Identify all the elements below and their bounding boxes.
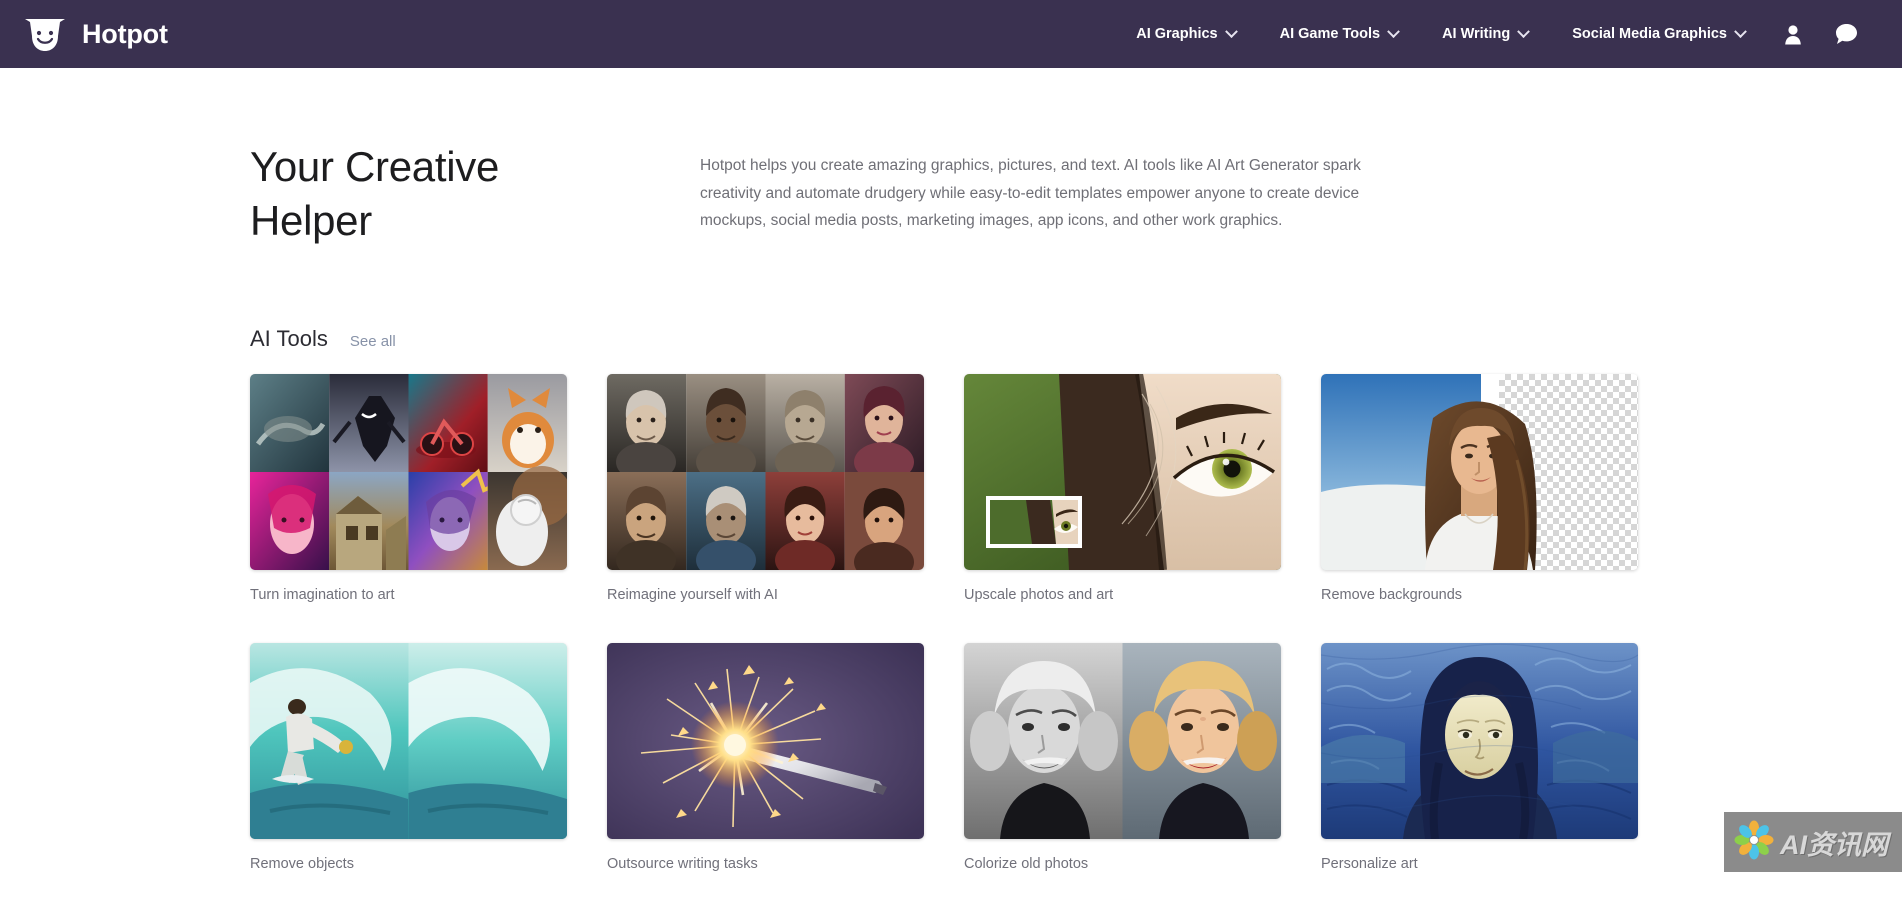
nav-label: Social Media Graphics <box>1572 26 1727 42</box>
chevron-down-icon <box>1387 24 1400 38</box>
ai-art-grid-thumbnail <box>250 373 567 570</box>
tool-card-label: Upscale photos and art <box>964 586 1114 603</box>
watermark-text: AI资讯网 <box>1780 829 1888 860</box>
brand-logo-link[interactable]: Hotpot <box>22 14 168 54</box>
tool-card-colorize-old-photos[interactable]: Colorize old photos <box>964 642 1281 872</box>
chevron-down-icon <box>1224 24 1238 38</box>
background-removal-thumbnail <box>1321 373 1638 570</box>
tool-card-remove-objects[interactable]: Remove objects <box>250 642 567 872</box>
hero-description: Hotpot helps you create amazing graphics… <box>700 157 1361 230</box>
surfer-wave-removal-thumbnail <box>250 642 567 839</box>
watermark-overlay: AI资讯网 <box>1724 812 1902 872</box>
account-button[interactable] <box>1767 16 1819 53</box>
tool-card-personalize-art[interactable]: Personalize art <box>1321 642 1638 872</box>
hero-section: Your Creative Helper Hotpot helps you cr… <box>0 68 1902 248</box>
nav-item-ai-game-tools[interactable]: AI Game Tools <box>1258 16 1420 52</box>
tool-card-turn-imagination-to-art[interactable]: Turn imagination to art <box>250 373 567 603</box>
page-title: Your Creative Helper <box>250 143 500 244</box>
tool-card-outsource-writing-tasks[interactable]: Outsource writing tasks <box>607 642 924 872</box>
tool-card-label: Colorize old photos <box>964 855 1089 872</box>
nav-item-social-media-graphics[interactable]: Social Media Graphics <box>1550 16 1767 52</box>
pinwheel-flower-icon <box>1734 820 1774 865</box>
hero-right: Hotpot helps you create amazing graphics… <box>700 140 1400 248</box>
tool-card-label: Remove backgrounds <box>1321 586 1463 603</box>
see-all-link[interactable]: See all <box>350 333 396 350</box>
chevron-down-icon <box>1734 24 1747 38</box>
section-title: AI Tools <box>250 325 328 351</box>
nav-item-ai-writing[interactable]: AI Writing <box>1420 16 1550 52</box>
ai-tools-section: AI Tools See all Turn imagination to art… <box>0 326 1902 872</box>
top-navigation-bar: Hotpot AI Graphics AI Game Tools AI Writ… <box>0 0 1902 68</box>
user-account-icon <box>1783 24 1803 45</box>
nav-label: AI Game Tools <box>1279 26 1381 42</box>
colorize-portrait-thumbnail <box>964 642 1281 839</box>
hero-left: Your Creative Helper <box>0 140 700 248</box>
nav-item-ai-graphics[interactable]: AI Graphics <box>1114 16 1257 52</box>
tool-card-label: Personalize art <box>1321 855 1418 872</box>
tool-card-label: Remove objects <box>250 855 354 872</box>
ai-portrait-grid-thumbnail <box>607 373 924 570</box>
nav-label: AI Writing <box>1442 26 1511 42</box>
chevron-down-icon <box>1517 24 1531 38</box>
brand-name: Hotpot <box>82 18 168 49</box>
hotpot-smiling-pot-icon <box>22 14 68 54</box>
tool-card-label: Turn imagination to art <box>250 586 395 603</box>
chat-bubble-icon <box>1835 23 1858 45</box>
tool-card-grid: Turn imagination to art Reimagine yourse… <box>250 373 1652 872</box>
mona-lisa-style-thumbnail <box>1321 642 1638 839</box>
nav-menu: AI Graphics AI Game Tools AI Writing Soc… <box>1114 15 1874 53</box>
sparkler-pen-thumbnail <box>607 642 924 839</box>
chat-button[interactable] <box>1819 15 1874 53</box>
tool-card-label: Reimagine yourself with AI <box>607 586 778 603</box>
section-header: AI Tools See all <box>250 326 1652 352</box>
page-body: Your Creative Helper Hotpot helps you cr… <box>0 68 1902 920</box>
tool-card-remove-backgrounds[interactable]: Remove backgrounds <box>1321 373 1638 603</box>
tool-card-upscale-photos-and-art[interactable]: Upscale photos and art <box>964 373 1281 603</box>
tool-card-label: Outsource writing tasks <box>607 855 758 872</box>
eye-upscale-thumbnail <box>964 373 1281 570</box>
tool-card-reimagine-yourself-with-ai[interactable]: Reimagine yourself with AI <box>607 373 924 603</box>
nav-label: AI Graphics <box>1136 26 1218 42</box>
